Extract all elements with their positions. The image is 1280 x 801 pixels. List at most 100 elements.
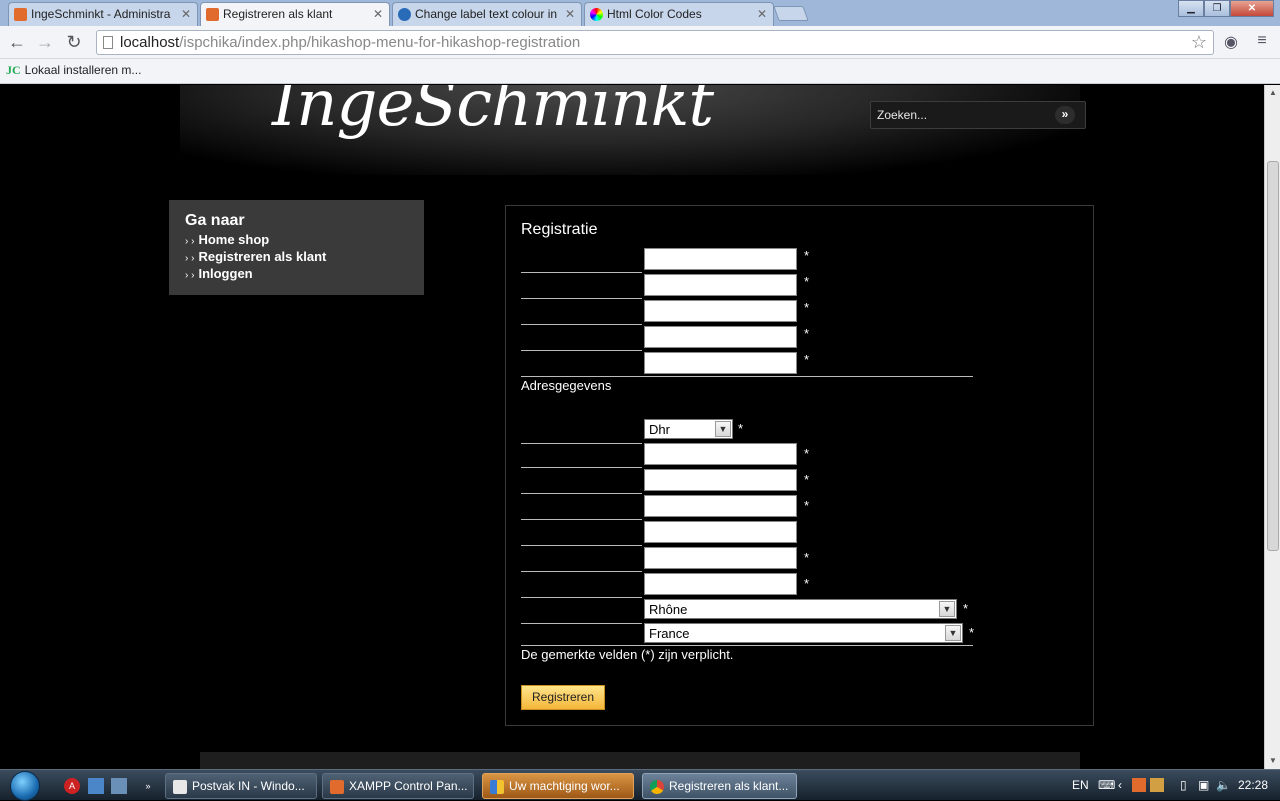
select-value: Dhr: [649, 422, 670, 437]
tab-registreren[interactable]: Registreren als klant ✕: [200, 2, 390, 27]
register-button[interactable]: Registreren: [521, 685, 605, 710]
aim-icon[interactable]: A: [64, 778, 80, 794]
bookmark-label: Lokaal installeren m...: [24, 63, 142, 77]
close-icon[interactable]: ✕: [757, 7, 767, 21]
account-field-4[interactable]: [644, 326, 797, 348]
minimize-icon[interactable]: ▁: [1178, 0, 1204, 17]
divider: [521, 376, 973, 377]
close-icon[interactable]: ✕: [373, 7, 383, 21]
browser-toolbar: ← → ↻ localhost/ispchika/index.php/hikas…: [0, 26, 1280, 59]
scroll-down-icon[interactable]: ▼: [1265, 753, 1280, 769]
reload-icon[interactable]: ↻: [62, 31, 86, 55]
keyboard-icon[interactable]: ⌨: [1098, 778, 1115, 792]
title-select[interactable]: Dhr ▼: [644, 419, 733, 439]
address-field-6[interactable]: [644, 573, 797, 595]
maximize-icon[interactable]: ❐: [1204, 0, 1230, 17]
page-icon: [103, 36, 113, 49]
taskbar-item-label: XAMPP Control Pan...: [349, 779, 468, 793]
sidebar-item-registreren[interactable]: › › Registreren als klant: [185, 249, 408, 266]
tab-html-color-codes[interactable]: Html Color Codes ✕: [584, 2, 774, 26]
tab-change-label[interactable]: Change label text colour in ✕: [392, 2, 582, 26]
search-box: »: [870, 101, 1086, 129]
sidebar-item-home-shop[interactable]: › › Home shop: [185, 232, 408, 249]
close-window-icon[interactable]: ✕: [1230, 0, 1274, 17]
tab-admin[interactable]: IngeSchminkt - Administra ✕: [8, 2, 198, 26]
tab-label: IngeSchminkt - Administra: [31, 7, 171, 21]
required-mark: *: [804, 472, 810, 487]
scroll-thumb[interactable]: [1267, 161, 1279, 551]
select-value: France: [649, 626, 690, 641]
language-indicator[interactable]: EN: [1072, 778, 1089, 792]
sidebar-item-label: Inloggen: [198, 266, 253, 281]
url-host: localhost: [120, 34, 180, 51]
address-field-2[interactable]: [644, 469, 797, 491]
form-row: *: [521, 495, 991, 521]
taskbar-item-chrome[interactable]: Registreren als klant...: [642, 773, 797, 799]
section-title-adresgegevens: Adresgegevens: [521, 378, 612, 393]
required-mark: *: [804, 274, 810, 289]
account-field-2[interactable]: [644, 274, 797, 296]
battery-icon[interactable]: ▯: [1180, 778, 1187, 792]
switch-windows-icon[interactable]: [111, 778, 127, 794]
country-select[interactable]: France ▼: [644, 623, 963, 643]
close-icon[interactable]: ✕: [181, 7, 191, 21]
search-submit-button[interactable]: »: [1055, 106, 1075, 124]
page-viewport: IngeSchminkt » Ga naar › ›Home shop › ›R…: [0, 85, 1264, 769]
volume-icon[interactable]: 🔈: [1216, 778, 1231, 792]
state-select[interactable]: Rhône ▼: [644, 599, 957, 619]
network-icon[interactable]: ▣: [1198, 778, 1209, 792]
shield-icon: [490, 780, 504, 794]
joomla-icon: JC: [6, 63, 21, 77]
xampp-tray-icon[interactable]: [1132, 778, 1146, 792]
required-mark: *: [969, 625, 975, 640]
account-field-3[interactable]: [644, 300, 797, 322]
clock[interactable]: 22:28: [1238, 778, 1268, 792]
address-field-4[interactable]: [644, 521, 797, 543]
start-button-icon[interactable]: [10, 771, 40, 801]
search-input[interactable]: [877, 106, 1047, 124]
footer-strip: [200, 752, 1080, 769]
new-tab-button[interactable]: [773, 6, 809, 21]
scroll-up-icon[interactable]: ▲: [1265, 85, 1280, 101]
url-path: /ispchika/index.php/hikashop-menu-for-hi…: [179, 34, 581, 51]
form-row: *: [521, 300, 991, 326]
tray-app-icon[interactable]: [1150, 778, 1164, 792]
sidebar-item-inloggen[interactable]: › › Inloggen: [185, 266, 408, 283]
menu-icon[interactable]: ≡: [1252, 32, 1272, 52]
show-desktop-icon[interactable]: [88, 778, 104, 794]
field-label: [521, 248, 642, 273]
registration-panel: Registratie * * * * * Adresgegevens Dhr …: [505, 205, 1094, 726]
back-arrow-icon[interactable]: ←: [5, 31, 29, 55]
address-field-5[interactable]: [644, 547, 797, 569]
form-row: [521, 521, 991, 547]
account-field-1[interactable]: [644, 248, 797, 270]
bookmark-item[interactable]: JC Lokaal installeren m...: [6, 63, 141, 78]
vertical-scrollbar[interactable]: ▲ ▼: [1264, 85, 1280, 769]
eye-extension-icon[interactable]: ◉: [1221, 32, 1241, 52]
site-logo[interactable]: IngeSchminkt: [272, 85, 714, 141]
close-icon[interactable]: ✕: [565, 7, 575, 21]
more-quicklaunch-icon[interactable]: »: [140, 778, 156, 794]
address-field-3[interactable]: [644, 495, 797, 517]
tab-label: Change label text colour in: [415, 7, 558, 21]
sidebar-menu: Ga naar › › Home shop › › Registreren als …: [169, 200, 424, 295]
field-label: [521, 443, 642, 468]
address-bar[interactable]: localhost/ispchika/index.php/hikashop-me…: [96, 30, 1214, 55]
taskbar-item-label: Registreren als klant...: [669, 779, 789, 793]
xampp-icon: [330, 780, 344, 794]
form-row: *: [521, 443, 991, 469]
forward-arrow-icon[interactable]: →: [33, 31, 57, 55]
field-label: [521, 469, 642, 494]
taskbar-item-outlook[interactable]: Postvak IN - Windo...: [165, 773, 317, 799]
required-mark: *: [804, 300, 810, 315]
mail-icon: [173, 780, 187, 794]
taskbar-item-xampp[interactable]: XAMPP Control Pan...: [322, 773, 474, 799]
chevron-right-icon: › ›: [185, 270, 195, 281]
taskbar-item-uac[interactable]: Uw machtiging wor...: [482, 773, 634, 799]
chevron-down-icon: ▼: [715, 421, 731, 437]
account-field-5[interactable]: [644, 352, 797, 374]
star-icon[interactable]: ☆: [1191, 32, 1207, 53]
address-field-1[interactable]: [644, 443, 797, 465]
form-row: *: [521, 326, 991, 352]
chevron-left-icon[interactable]: ‹: [1118, 778, 1122, 792]
